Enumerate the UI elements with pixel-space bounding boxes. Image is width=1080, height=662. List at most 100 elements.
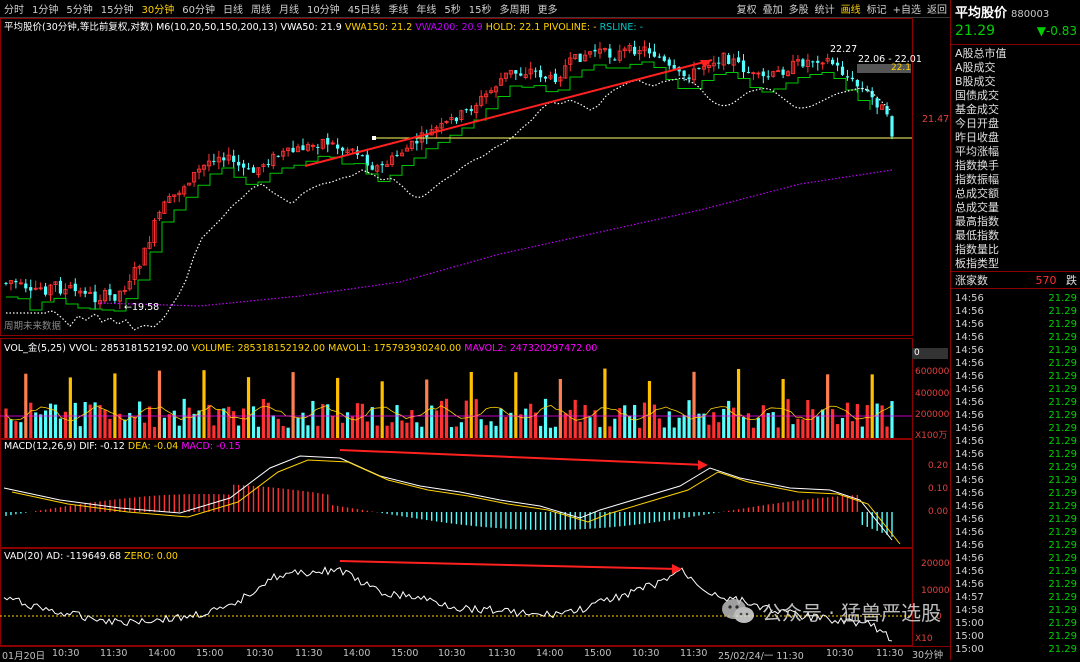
volume-bar bbox=[489, 421, 493, 438]
candle-body-down bbox=[395, 154, 399, 156]
period-tab[interactable]: 60分钟 bbox=[178, 1, 219, 16]
low-price-value: 19.58 bbox=[131, 302, 160, 313]
main-legend: 平均股价(30分钟,等比前复权,对数) M6(10,20,50,150,200,… bbox=[4, 19, 643, 33]
stat-menu-item[interactable]: 平均涨幅 bbox=[951, 145, 1080, 159]
stat-menu-item[interactable]: 昨日收盘 bbox=[951, 131, 1080, 145]
stat-menu-item[interactable]: A股成交 bbox=[951, 61, 1080, 75]
period-tab[interactable]: 多周期 bbox=[496, 1, 534, 16]
tool-button[interactable]: 返回 bbox=[924, 1, 950, 16]
stat-menu-item[interactable]: 总成交量 bbox=[951, 201, 1080, 215]
watermark-text: 公众号 · 猛兽严选股 bbox=[762, 600, 942, 625]
period-tab[interactable]: 年线 bbox=[412, 1, 440, 16]
stat-menu-item[interactable]: B股成交 bbox=[951, 75, 1080, 89]
volume-bar bbox=[227, 406, 231, 438]
period-tab[interactable]: 分时 bbox=[0, 1, 28, 16]
volume-bar bbox=[400, 420, 404, 438]
volume-bar bbox=[603, 368, 607, 438]
volume-bar bbox=[811, 409, 815, 438]
time-axis-label: 10:30 bbox=[632, 648, 660, 659]
tool-button[interactable]: 叠加 bbox=[760, 1, 786, 16]
volume-bar bbox=[578, 421, 582, 438]
vwa50-line bbox=[6, 77, 891, 331]
period-tab[interactable]: 45日线 bbox=[344, 1, 385, 16]
tick-time: 14:56 bbox=[955, 384, 984, 395]
candle-body-down bbox=[682, 70, 686, 77]
period-tab[interactable]: 周线 bbox=[247, 1, 275, 16]
stat-menu-item[interactable]: 指数换手 bbox=[951, 159, 1080, 173]
stat-menu-item[interactable]: 最低指数 bbox=[951, 229, 1080, 243]
period-tab[interactable]: 15分钟 bbox=[97, 1, 138, 16]
volume-bar bbox=[316, 425, 320, 438]
volume-bar bbox=[43, 410, 48, 438]
period-tab[interactable]: 更多 bbox=[534, 1, 562, 16]
period-tab[interactable]: 季线 bbox=[384, 1, 412, 16]
stat-menu-item[interactable]: 指数振幅 bbox=[951, 173, 1080, 187]
main-legend-rsline: RSLINE: - bbox=[599, 22, 644, 33]
volume-bar bbox=[826, 374, 830, 438]
tool-button[interactable]: 标记 bbox=[864, 1, 890, 16]
tick-time: 14:56 bbox=[955, 306, 984, 317]
main-legend-pivoline: PIVOLINE: - bbox=[543, 22, 597, 33]
kline-chart-svg[interactable] bbox=[0, 18, 950, 660]
stat-menu-item[interactable]: 国债成交 bbox=[951, 89, 1080, 103]
price-change: ▼-0.83 bbox=[1036, 24, 1077, 38]
stat-menu-item[interactable]: A股总市值 bbox=[951, 47, 1080, 61]
volume-bar bbox=[821, 409, 825, 438]
tick-price: 21.29 bbox=[1048, 592, 1077, 603]
period-tab[interactable]: 月线 bbox=[275, 1, 303, 16]
period-tab[interactable]: 30分钟 bbox=[137, 1, 178, 16]
tool-button[interactable]: 画线 bbox=[838, 1, 864, 16]
volume-bar bbox=[702, 413, 706, 438]
main-pane-frame bbox=[0, 18, 913, 336]
stat-menu-item[interactable]: 板指类型 bbox=[951, 257, 1080, 271]
tick-time: 14:56 bbox=[955, 293, 984, 304]
volume-bar bbox=[157, 370, 162, 438]
candle-body-down bbox=[687, 77, 691, 80]
tick-row: 14:56 21.29 bbox=[951, 487, 1080, 500]
candle-body-down bbox=[593, 49, 597, 52]
period-tab[interactable]: 5分钟 bbox=[62, 1, 96, 16]
period-tab[interactable]: 1分钟 bbox=[28, 1, 62, 16]
volume-bar bbox=[296, 417, 300, 438]
volume-bar bbox=[756, 417, 760, 438]
tick-price: 21.29 bbox=[1048, 488, 1077, 499]
candle-body-down bbox=[835, 62, 840, 66]
volume-bar bbox=[469, 371, 473, 438]
volume-bar bbox=[162, 417, 166, 438]
tick-time: 14:56 bbox=[955, 436, 984, 447]
tick-row: 14:58 21.29 bbox=[951, 604, 1080, 617]
candle-body-down bbox=[108, 289, 112, 296]
candle-body-down bbox=[4, 282, 8, 284]
period-tab[interactable]: 10分钟 bbox=[303, 1, 344, 16]
candle-body-down bbox=[870, 90, 874, 98]
stat-menu-item[interactable]: 基金成交 bbox=[951, 103, 1080, 117]
volume-bar bbox=[256, 426, 261, 438]
stat-menu-item[interactable]: 指数量比 bbox=[951, 243, 1080, 257]
tick-list[interactable]: 14:56 21.29 14:56 21.29 14:56 21.29 14:56 21.29… bbox=[951, 289, 1080, 656]
volume-bar bbox=[558, 378, 562, 438]
time-axis-label: 11:30 bbox=[100, 648, 128, 659]
volume-bar bbox=[39, 414, 43, 438]
stat-menu-item[interactable]: 最高指数 bbox=[951, 215, 1080, 229]
tick-time: 14:56 bbox=[955, 358, 984, 369]
macd-axis-010: 0.10 bbox=[928, 484, 949, 494]
candle-body-down bbox=[454, 117, 459, 122]
tool-button[interactable]: +自选 bbox=[890, 1, 924, 16]
stat-menu-item[interactable]: 今日开盘 bbox=[951, 117, 1080, 131]
stat-menu-item[interactable]: 总成交额 bbox=[951, 187, 1080, 201]
period-tab[interactable]: 日线 bbox=[219, 1, 247, 16]
tool-button[interactable]: 多股 bbox=[786, 1, 812, 16]
chart-area[interactable] bbox=[0, 18, 950, 660]
vad-axis-10000: 10000 bbox=[921, 586, 950, 596]
period-tab[interactable]: 5秒 bbox=[440, 1, 464, 16]
candle-body-down bbox=[662, 56, 666, 61]
candle-body-down bbox=[514, 70, 518, 74]
period-tab[interactable]: 15秒 bbox=[465, 1, 496, 16]
candle-body-down bbox=[326, 137, 330, 145]
candle-body-down bbox=[415, 140, 419, 144]
candle-body-down bbox=[43, 286, 48, 295]
tool-button[interactable]: 复权 bbox=[734, 1, 760, 16]
tool-button[interactable]: 统计 bbox=[812, 1, 838, 16]
vad-legend-name: VAD(20) bbox=[4, 551, 44, 562]
tick-row: 15:00 21.29 bbox=[951, 643, 1080, 656]
